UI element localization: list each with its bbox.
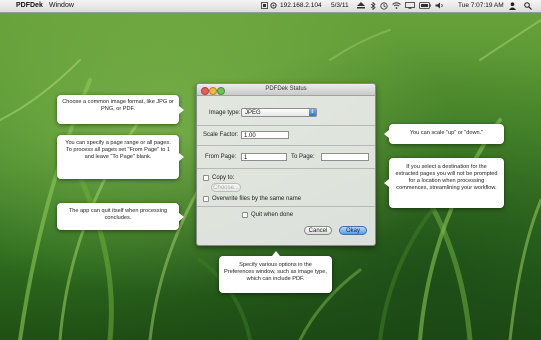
callout-page-range: You can specify a page range or all page… [57,135,184,179]
clock[interactable]: Tue 7:07:19 AM [458,2,504,9]
eject-icon[interactable] [357,2,365,11]
network-icon[interactable] [261,2,268,11]
quit-when-done-checkbox[interactable] [242,212,248,218]
callout-pointer [179,105,184,114]
spotlight-search-icon[interactable] [524,2,532,12]
callout-scale-text: You can scale "up" or "down." [409,130,484,136]
choose-button[interactable]: Choose... [211,183,241,192]
callout-image-format-text: Choose a common image format, like JPG o… [62,99,174,112]
divider [197,168,375,169]
user-icon[interactable] [509,2,516,12]
callout-preferences: Specify various options in the Preferenc… [219,251,332,293]
to-page-label: To Page: [291,154,315,160]
callout-quit: The app can quit itself when processing … [57,203,184,230]
divider [197,145,375,146]
callout-scale: You can scale "up" or "down." [384,124,504,144]
display-icon[interactable] [405,2,415,11]
copy-to-checkbox[interactable] [203,175,209,181]
scale-factor-label: Scale Factor: [203,132,239,138]
divider [197,125,375,126]
chevron-updown-icon: ⇕ [309,109,316,116]
window-titlebar[interactable]: PDFDek Status [197,84,375,96]
copy-to-label: Copy to: [212,175,235,181]
gear-icon[interactable] [270,2,277,11]
volume-icon[interactable] [435,2,444,11]
app-menu[interactable]: PDFDek [16,2,43,9]
divider [197,206,375,207]
window-menu[interactable]: Window [49,2,74,9]
scale-factor-field[interactable]: 1.00 [241,131,289,139]
image-type-label: Image type: [209,110,241,116]
ip-address[interactable]: 192.168.2.104 [280,2,322,9]
to-page-field[interactable] [321,153,369,161]
date-display[interactable]: 5/3/11 [331,2,349,9]
from-page-label: From Page: [205,154,237,160]
callout-destination: If you select a destination for the extr… [384,158,504,208]
pdfdek-status-window: PDFDek Status Image type: JPEG ⇕ Scale F… [196,83,376,246]
callout-quit-text: The app can quit itself when processing … [68,208,168,221]
battery-icon[interactable] [419,2,431,11]
from-page-field[interactable]: 1 [241,153,287,161]
image-type-select[interactable]: JPEG ⇕ [241,108,317,117]
okay-button[interactable]: Okay [339,226,367,235]
window-title: PDFDek Status [265,86,307,92]
time-machine-icon[interactable] [380,2,388,12]
callout-pointer [271,251,280,256]
cancel-button[interactable]: Cancel [304,226,332,235]
callout-destination-text: If you select a destination for the extr… [395,164,498,191]
callout-image-format: Choose a common image format, like JPG o… [57,95,184,124]
bluetooth-icon[interactable] [370,1,376,12]
callout-pointer [384,130,389,138]
wifi-icon[interactable] [392,2,401,11]
image-type-value: JPEG [245,110,261,116]
overwrite-checkbox[interactable] [203,196,209,202]
callout-page-range-text: You can specify a page range or all page… [65,140,171,160]
callout-preferences-text: Specify various options in the Preferenc… [224,262,327,282]
callout-pointer [179,212,184,221]
overwrite-label: Overwrite files by the same name [212,196,302,202]
callout-pointer [384,179,389,187]
quit-when-done-label: Quit when done [251,212,294,218]
callout-pointer [179,153,184,161]
menu-bar: PDFDek Window 192.168.2.104 5/3/11 Tue 7… [0,0,541,13]
